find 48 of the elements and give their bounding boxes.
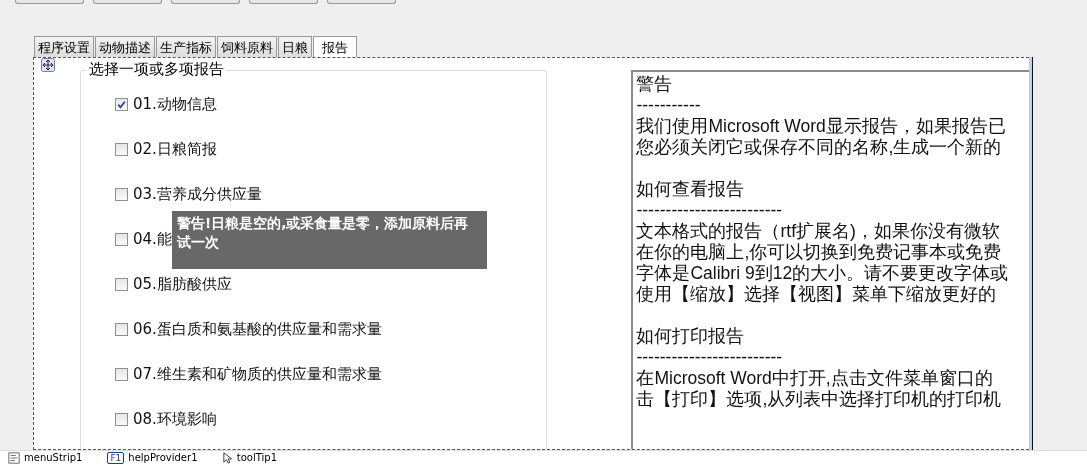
text-line: 字体是Calibri 9到12的大小。请不要更改字体或 — [636, 263, 1010, 284]
option-label[interactable]: 03.营养成分供应量 — [133, 184, 262, 204]
checkbox[interactable] — [115, 187, 128, 201]
checkbox[interactable] — [115, 367, 128, 381]
checkbox[interactable] — [115, 97, 128, 111]
text-line: 在你的电脑上,你可以切换到免费记事本或免费 — [636, 242, 1003, 263]
tab[interactable]: 动物描述 — [95, 36, 155, 57]
option-label[interactable]: 06.蛋白质和氨基酸的供应量和需求量 — [133, 319, 382, 339]
group-title: 选择一项或多项报告 — [87, 61, 226, 78]
text-line: 在Microsoft Word中打开,点击文件菜单窗口的 — [636, 368, 994, 389]
text-line: ------------------------- — [636, 200, 784, 221]
text-line: 文本格式的报告（rtf扩展名)，如果你没有微软 — [636, 221, 1001, 242]
checkbox[interactable] — [115, 142, 128, 156]
tab[interactable]: 报告 — [313, 36, 357, 58]
checkbox[interactable] — [115, 277, 128, 291]
toolbar-button[interactable] — [171, 0, 240, 4]
option-label[interactable]: 01.动物信息 — [133, 94, 217, 114]
option-label[interactable]: 02.日粮简报 — [133, 139, 217, 159]
option-label[interactable]: 05.脂肪酸供应 — [133, 274, 232, 294]
text-line: 警告 — [636, 74, 674, 95]
text-line: ----------- — [636, 95, 702, 116]
option-label[interactable]: 04.能 — [133, 229, 172, 249]
option-label[interactable]: 07.维生素和矿物质的供应量和需求量 — [133, 364, 382, 384]
text-line: 使用【缩放】选择【视图】菜单下缩放更好的 — [636, 284, 998, 305]
text-line: 如何打印报告 — [636, 326, 746, 347]
component-label[interactable]: toolTip1 — [236, 452, 277, 464]
tab[interactable]: 日粮 — [278, 36, 312, 57]
tooltip: 警告!日粮是空的,或采食量是零，添加原料后再试一次 — [172, 211, 487, 269]
tab[interactable]: 生产指标 — [156, 36, 216, 57]
component-label[interactable]: menuStrip1 — [24, 452, 83, 464]
help-key-icon: F1 — [107, 452, 125, 464]
checkbox[interactable] — [115, 322, 128, 336]
toolbar-button[interactable] — [327, 0, 396, 4]
move-handle-icon[interactable] — [41, 58, 55, 72]
option-label[interactable]: 08.环境影响 — [133, 409, 217, 429]
text-line: 您必须关闭它或保存不同的名称,生成一个新的 — [636, 137, 1003, 158]
tab[interactable]: 饲料原料 — [217, 36, 277, 57]
toolbar-button[interactable] — [15, 0, 84, 4]
checkbox[interactable] — [115, 232, 128, 246]
text-line: 我们使用Microsoft Word显示报告，如果报告已 — [636, 116, 1007, 137]
toolbar-button[interactable] — [93, 0, 162, 4]
text-line: 击【打印】选项,从列表中选择打印机的打印机 — [636, 389, 1003, 410]
tab[interactable]: 程序设置 — [34, 36, 94, 57]
text-line: 如何查看报告 — [636, 179, 746, 200]
component-label[interactable]: helpProvider1 — [128, 452, 198, 464]
text-line: ------------------------- — [636, 347, 784, 368]
toolbar-button[interactable] — [249, 0, 318, 4]
checkbox[interactable] — [115, 412, 128, 426]
